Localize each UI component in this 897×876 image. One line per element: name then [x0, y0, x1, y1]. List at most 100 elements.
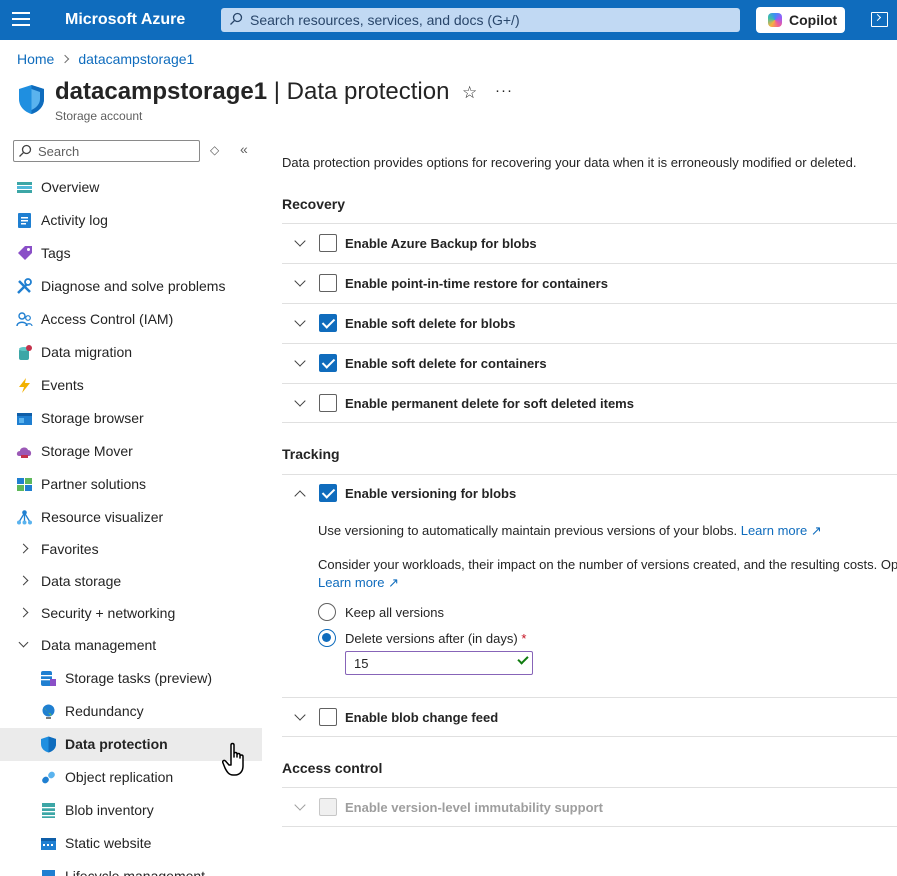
sidebar-item-label: Partner solutions: [41, 476, 147, 492]
radio-button[interactable]: [318, 629, 336, 647]
hamburger-menu-icon[interactable]: [12, 12, 30, 28]
chevron-up-icon[interactable]: [294, 490, 306, 502]
chevron-down-icon[interactable]: [294, 235, 306, 247]
copilot-icon: [768, 13, 782, 27]
checkbox-versioning[interactable]: [319, 484, 337, 502]
external-link-icon: ↗: [810, 523, 822, 538]
option-versioning[interactable]: Enable versioning for blobs: [282, 474, 897, 514]
globe-icon: [42, 704, 55, 719]
sidebar-group-data-management[interactable]: Data management: [0, 629, 262, 662]
delete-days-value: 15: [354, 656, 369, 671]
checkbox-soft-delete-containers[interactable]: [319, 354, 337, 372]
more-options-icon[interactable]: ···: [495, 82, 513, 99]
radio-label: Delete versions after (in days) *: [345, 631, 526, 646]
learn-more-link[interactable]: Learn more ↗: [741, 523, 822, 538]
portal-brand[interactable]: Microsoft Azure: [65, 11, 185, 29]
radio-label-text: Delete versions after (in days): [345, 631, 518, 646]
sidebar-item-data-migration[interactable]: Data migration: [0, 336, 262, 369]
sidebar-item-storage-tasks[interactable]: Storage tasks (preview): [0, 662, 262, 695]
sidebar-item-label: Storage Mover: [41, 443, 133, 459]
option-change-feed[interactable]: Enable blob change feed: [282, 697, 897, 737]
activity-log-icon: [18, 213, 31, 228]
sidebar-item-label: Redundancy: [65, 703, 144, 719]
page-title: datacampstorage1 | Data protection: [55, 78, 449, 106]
learn-more-link-2[interactable]: Learn more ↗: [318, 575, 897, 591]
sidebar-item-label: Resource visualizer: [41, 509, 164, 525]
global-search-input[interactable]: Search resources, services, and docs (G+…: [221, 8, 740, 32]
option-permanent-delete[interactable]: Enable permanent delete for soft deleted…: [282, 383, 897, 423]
sidebar-options-icon[interactable]: ◇: [210, 143, 219, 157]
favorite-star-icon[interactable]: ☆: [462, 83, 477, 103]
sidebar-item-activity-log[interactable]: Activity log: [0, 204, 262, 237]
chevron-down-icon[interactable]: [294, 315, 306, 327]
sidebar-item-static-website[interactable]: Static website: [0, 827, 262, 860]
sidebar-group-security-networking[interactable]: Security + networking: [0, 597, 262, 630]
sidebar-item-blob-inventory[interactable]: Blob inventory: [0, 794, 262, 827]
sidebar-item-label: Favorites: [41, 541, 99, 557]
shield-icon: [41, 736, 56, 753]
option-point-in-time-restore[interactable]: Enable point-in-time restore for contain…: [282, 263, 897, 303]
sidebar-item-label: Activity log: [41, 212, 108, 228]
checkbox-point-in-time-restore[interactable]: [319, 274, 337, 292]
option-label: Enable soft delete for blobs: [345, 316, 516, 331]
breadcrumb-home[interactable]: Home: [17, 51, 54, 67]
cloud-shell-icon[interactable]: [871, 12, 888, 27]
sidebar-search-placeholder: Search: [38, 144, 80, 159]
title-separator: |: [267, 78, 287, 105]
visualizer-icon: [17, 510, 32, 525]
breadcrumb: Home datacampstorage1: [17, 51, 194, 67]
option-azure-backup[interactable]: Enable Azure Backup for blobs: [282, 223, 897, 263]
sidebar-item-label: Blob inventory: [65, 802, 154, 818]
sidebar-item-overview[interactable]: Overview: [0, 171, 262, 204]
required-marker: *: [521, 631, 527, 646]
chevron-down-icon[interactable]: [294, 275, 306, 287]
section-name: Data protection: [286, 78, 450, 105]
option-soft-delete-containers[interactable]: Enable soft delete for containers: [282, 343, 897, 383]
sidebar-item-redundancy[interactable]: Redundancy: [0, 695, 262, 728]
sidebar-item-tags[interactable]: Tags: [0, 237, 262, 270]
tag-icon: [18, 246, 32, 260]
sidebar-item-label: Events: [41, 377, 84, 393]
checkbox-change-feed[interactable]: [319, 708, 337, 726]
sidebar-item-diagnose[interactable]: Diagnose and solve problems: [0, 270, 262, 303]
versioning-description-text: Use versioning to automatically maintain…: [318, 523, 738, 538]
chevron-down-icon[interactable]: [294, 395, 306, 407]
chevron-down-icon[interactable]: [294, 355, 306, 367]
resource-type: Storage account: [55, 109, 143, 123]
sidebar-search-input[interactable]: Search: [13, 140, 200, 162]
radio-button[interactable]: [318, 603, 336, 621]
checkbox-soft-delete-blobs[interactable]: [319, 314, 337, 332]
chevron-down-icon[interactable]: [294, 709, 306, 721]
overview-icon: [17, 182, 32, 193]
intro-text: Data protection provides options for rec…: [282, 155, 857, 170]
website-icon: [41, 838, 56, 850]
breadcrumb-separator-icon: [61, 54, 70, 64]
sidebar-group-favorites[interactable]: Favorites: [0, 533, 262, 566]
inventory-icon: [42, 803, 55, 818]
lightning-icon: [19, 378, 30, 393]
delete-days-input[interactable]: 15: [345, 651, 533, 675]
sidebar-item-resource-visualizer[interactable]: Resource visualizer: [0, 501, 262, 534]
sidebar-item-storage-mover[interactable]: Storage Mover: [0, 435, 262, 468]
section-access-control: Access control: [282, 760, 383, 776]
sidebar-item-events[interactable]: Events: [0, 369, 262, 402]
sidebar-item-label: Data migration: [41, 344, 133, 360]
sidebar-group-data-storage[interactable]: Data storage: [0, 565, 262, 598]
checkbox-permanent-delete[interactable]: [319, 394, 337, 412]
sidebar-item-lifecycle-management[interactable]: Lifecycle management: [0, 860, 262, 876]
checkbox-azure-backup[interactable]: [319, 234, 337, 252]
versioning-cost-note: Consider your workloads, their impact on…: [318, 557, 897, 591]
sidebar-item-iam[interactable]: Access Control (IAM): [0, 303, 262, 336]
copilot-button[interactable]: Copilot: [756, 7, 845, 33]
sidebar-collapse-icon[interactable]: «: [240, 141, 248, 157]
option-label: Enable permanent delete for soft deleted…: [345, 396, 634, 411]
sidebar-item-partner-solutions[interactable]: Partner solutions: [0, 468, 262, 501]
checkbox-immutability: [319, 798, 337, 816]
copilot-label: Copilot: [789, 12, 838, 28]
storage-shield-icon: [19, 85, 44, 114]
sidebar-item-label: Static website: [65, 835, 152, 851]
option-label: Enable blob change feed: [345, 710, 499, 725]
breadcrumb-resource[interactable]: datacampstorage1: [78, 51, 194, 67]
option-soft-delete-blobs[interactable]: Enable soft delete for blobs: [282, 303, 897, 343]
sidebar-item-storage-browser[interactable]: Storage browser: [0, 402, 262, 435]
